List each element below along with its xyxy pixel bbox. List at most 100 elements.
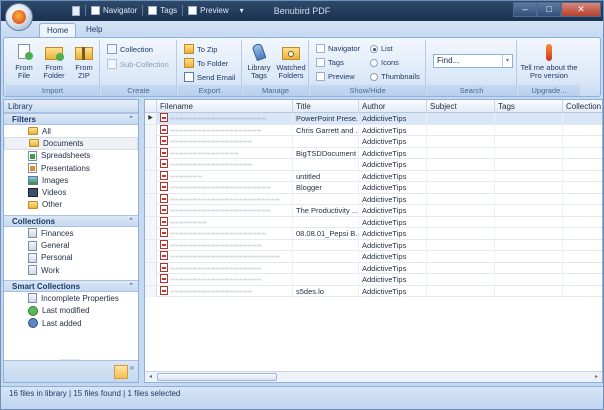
table-row[interactable]: ~~~~~~~~~~~~~~~~~~~~~ 08.08.01_Pepsi B...… xyxy=(145,228,602,240)
file-list: Filename Title Author Subject Tags Colle… xyxy=(144,99,603,383)
filter-documents[interactable]: Documents xyxy=(4,137,138,150)
navigator-toggle[interactable]: Navigator xyxy=(316,44,360,53)
maximize-button[interactable]: □ xyxy=(537,2,561,17)
preview-toggle[interactable]: Preview xyxy=(316,72,355,81)
table-row[interactable]: ~~~~~~~~~~~~~~~~~~ s5des.lo AddictiveTips xyxy=(145,285,602,297)
icons-radio[interactable] xyxy=(370,58,378,67)
cell-subject xyxy=(427,274,495,285)
cell-filename: ~~~~~~~~~~~~~~~~~~ xyxy=(157,285,293,297)
column-header-filename[interactable]: Filename xyxy=(157,100,293,113)
cell-filename: ~~~~~~~~~~~~~~~~~~~~~~~~ xyxy=(157,193,293,205)
table-row[interactable]: ~~~~~~~~~~~~~~~~~~~~~~~~ AddictiveTips xyxy=(145,193,602,205)
splitter-grip[interactable]: ........ xyxy=(4,356,138,362)
cell-title xyxy=(293,251,359,262)
ribbon: From File From Folder From ZIP Import Co… xyxy=(3,37,601,97)
scroll-left-icon[interactable]: ◂ xyxy=(145,372,156,382)
preview-checkbox[interactable] xyxy=(316,72,325,81)
collection-work[interactable]: Work xyxy=(4,264,138,276)
icons-view-option[interactable]: Icons xyxy=(370,58,399,67)
cell-subject xyxy=(427,193,495,205)
table-row[interactable]: ~~~~~~~~~~~~~~~~~~~~ AddictiveTips xyxy=(145,239,602,251)
filters-section-header[interactable]: Filters ⌃ xyxy=(4,113,138,125)
column-header-author[interactable]: Author xyxy=(359,100,427,113)
collection-icon xyxy=(107,44,117,54)
collections-section-header[interactable]: Collections ⌃ xyxy=(4,215,138,228)
table-row[interactable]: ~~~~~~~~~~~~~~~~~~~~ AddictiveTips xyxy=(145,262,602,274)
from-file-button[interactable]: From File xyxy=(10,43,38,80)
filter-view-button[interactable] xyxy=(114,365,128,379)
list-view-option[interactable]: List xyxy=(370,44,393,53)
from-folder-button[interactable]: From Folder xyxy=(40,43,68,80)
table-row[interactable]: ~~~~~~~~~~~~~~~~~~~~ AddictiveTips xyxy=(145,274,602,286)
minimize-button[interactable]: – xyxy=(513,2,537,17)
application-menu-orb[interactable] xyxy=(5,3,33,31)
filter-images[interactable]: Images xyxy=(4,174,138,186)
scroll-thumb[interactable] xyxy=(157,373,277,381)
table-row[interactable]: ~~~~~~~~~~~~~~~~~~~~ Chris Garrett and ..… xyxy=(145,124,602,136)
close-button[interactable]: ✕ xyxy=(561,2,601,17)
collection-personal[interactable]: Personal xyxy=(4,252,138,264)
to-zip-button[interactable]: To Zip xyxy=(184,44,217,54)
column-header-subject[interactable]: Subject xyxy=(427,100,495,113)
tab-help[interactable]: Help xyxy=(79,23,109,37)
list-radio[interactable] xyxy=(370,44,378,53)
tags-checkbox[interactable] xyxy=(316,58,325,67)
table-row[interactable]: ▶ ~~~~~~~~~~~~~~~~~~~~~ PowerPoint Prese..… xyxy=(145,113,602,125)
cell-subject xyxy=(427,182,495,193)
collapse-chevron-icon[interactable]: ⌃ xyxy=(128,114,134,126)
cell-subject xyxy=(427,285,495,297)
table-row[interactable]: ~~~~~~~~~~~~~~~~~~ AddictiveTips xyxy=(145,159,602,171)
table-row[interactable]: ~~~~~~~~~~~~~~~~~~~~~~~~ AddictiveTips xyxy=(145,251,602,263)
cell-subject xyxy=(427,113,495,124)
library-tags-button[interactable]: Library Tags xyxy=(245,42,273,80)
collapse-chevron-icon[interactable]: ⌃ xyxy=(128,281,134,293)
column-header-collection[interactable]: Collection xyxy=(563,100,602,113)
more-options-icon[interactable]: » xyxy=(130,363,134,372)
table-row[interactable]: ~~~~~~~~~~~~~~~~~~ AddictiveTips xyxy=(145,136,602,148)
horizontal-scrollbar[interactable]: ◂ ▸ xyxy=(145,371,602,382)
send-email-button[interactable]: Send Email xyxy=(184,72,235,82)
filter-all[interactable]: All xyxy=(4,125,138,137)
smart-incomplete-properties[interactable]: Incomplete Properties xyxy=(4,292,138,304)
table-row[interactable]: ~~~~~~~~~~~~~~~ BigTSDDocument AddictiveTi… xyxy=(145,147,602,159)
cell-author: AddictiveTips xyxy=(359,159,427,170)
filter-videos[interactable]: Videos xyxy=(4,186,138,198)
table-row[interactable]: ~~~~~~~~ AddictiveTips xyxy=(145,216,602,228)
from-zip-button[interactable]: From ZIP xyxy=(70,43,98,80)
table-row[interactable]: ~~~~~~~~~~~~~~~~~~~~~~ Blogger AddictiveTi… xyxy=(145,182,602,194)
smart-last-modified[interactable]: Last modified xyxy=(4,305,138,317)
collapse-chevron-icon[interactable]: ⌃ xyxy=(128,216,134,228)
tab-home[interactable]: Home xyxy=(39,23,77,37)
smart-collections-section-header[interactable]: Smart Collections ⌃ xyxy=(4,280,138,293)
cell-collection xyxy=(563,125,602,136)
table-row[interactable]: ~~~~~~~ untitled AddictiveTips xyxy=(145,170,602,182)
filter-other[interactable]: Other xyxy=(4,199,138,211)
collection-button[interactable]: Collection xyxy=(107,44,153,54)
pdf-icon xyxy=(160,251,168,260)
table-row[interactable]: ~~~~~~~~~~~~~~~~~~~~~~ The Productivity .… xyxy=(145,205,602,217)
collection-finances[interactable]: Finances xyxy=(4,227,138,239)
create-group-label: Create xyxy=(101,85,176,96)
filter-presentations[interactable]: Presentations xyxy=(4,162,138,174)
sub-collection-button[interactable]: Sub-Collection xyxy=(107,59,169,69)
collection-general[interactable]: General xyxy=(4,239,138,251)
thumbnails-view-option[interactable]: Thumbnails xyxy=(370,72,420,81)
navigator-checkbox[interactable] xyxy=(316,44,325,53)
filter-spreadsheets[interactable]: Spreadsheets xyxy=(4,150,138,162)
cell-title: s5des.lo xyxy=(293,285,359,297)
to-folder-button[interactable]: To Folder xyxy=(184,58,228,68)
search-dropdown-icon[interactable]: ▾ xyxy=(502,55,512,67)
tags-toggle[interactable]: Tags xyxy=(316,58,344,67)
filename-text: ~~~~~~~ xyxy=(170,171,203,181)
smart-last-added[interactable]: Last added xyxy=(4,317,138,329)
scroll-right-icon[interactable]: ▸ xyxy=(591,372,602,382)
pdf-icon xyxy=(160,285,168,295)
column-header-title[interactable]: Title xyxy=(293,100,359,113)
search-input[interactable]: Find... ▾ xyxy=(433,54,513,68)
tell-me-pro-button[interactable]: Tell me about the Pro version xyxy=(520,43,578,80)
cell-author: AddictiveTips xyxy=(359,147,427,159)
watched-folders-button[interactable]: Watched Folders xyxy=(275,43,307,80)
thumbnails-radio[interactable] xyxy=(370,72,378,81)
cell-title xyxy=(293,239,359,251)
column-header-tags[interactable]: Tags xyxy=(495,100,563,113)
